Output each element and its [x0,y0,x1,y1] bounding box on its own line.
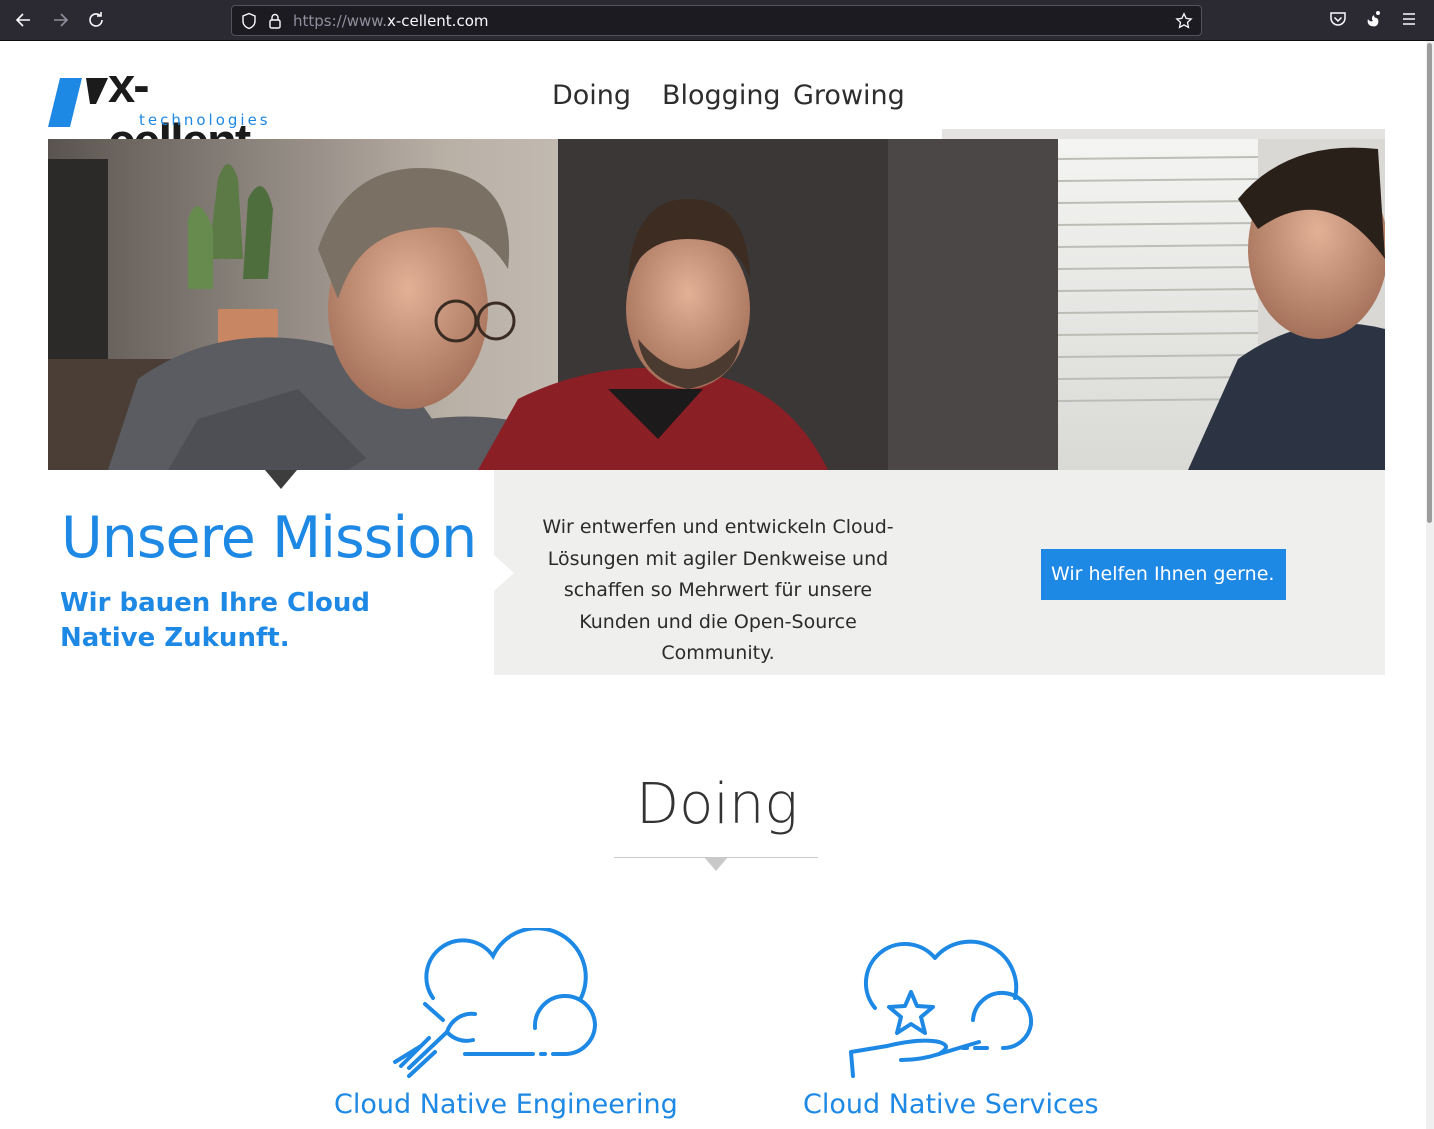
hero-notch [265,470,297,489]
url-text[interactable]: https://www.x-cellent.com [293,12,489,30]
cta-flag-corner [1268,549,1283,564]
mission-box-arrow [494,555,514,591]
address-bar[interactable]: https://www.x-cellent.com [231,5,1202,36]
back-button[interactable] [10,6,38,34]
arrow-left-icon [15,13,30,27]
forward-button[interactable] [46,6,74,34]
hamburger-menu-icon[interactable] [1398,8,1420,30]
contact-cta-button[interactable]: Wir helfen Ihnen gerne. [1041,549,1287,600]
mission-description: Wir entwerfen und entwickeln Cloud-Lösun… [542,516,894,664]
reload-icon [89,12,103,27]
browser-toolbar: https://www.x-cellent.com [0,0,1434,41]
mission-subtitle: Wir bauen Ihre Cloud Native Zukunft. [60,588,370,653]
gnome-icon[interactable] [1362,8,1384,30]
scrollbar-thumb[interactable] [1427,43,1432,523]
site-logo[interactable]: x-cellent technologies [48,59,288,169]
nav-item-doing[interactable]: Doing [552,80,631,111]
cloud-hand-star-icon[interactable] [843,928,1038,1080]
mission-title: Unsere Mission [61,505,477,571]
nav-item-blogging[interactable]: Blogging [662,80,781,111]
shield-icon[interactable] [241,12,257,30]
doing-divider-notch [704,857,728,871]
service-label-services[interactable]: Cloud Native Services [803,1089,1099,1120]
hero-image [48,139,1385,470]
pocket-icon[interactable] [1327,8,1349,30]
nav-item-growing[interactable]: Growing [793,80,905,111]
logo-subtitle: technologies [139,111,271,129]
reload-button[interactable] [82,6,110,34]
page-scrollbar[interactable] [1426,41,1434,1129]
cloud-wrench-icon[interactable] [385,928,605,1080]
url-prefix: https://www. [293,12,387,30]
service-label-engineering[interactable]: Cloud Native Engineering [334,1089,678,1120]
doing-section-title: Doing [635,772,799,837]
arrow-right-icon [54,13,69,27]
lock-icon[interactable] [268,12,282,30]
url-domain: x-cellent.com [386,12,489,30]
star-icon[interactable] [1175,12,1193,30]
